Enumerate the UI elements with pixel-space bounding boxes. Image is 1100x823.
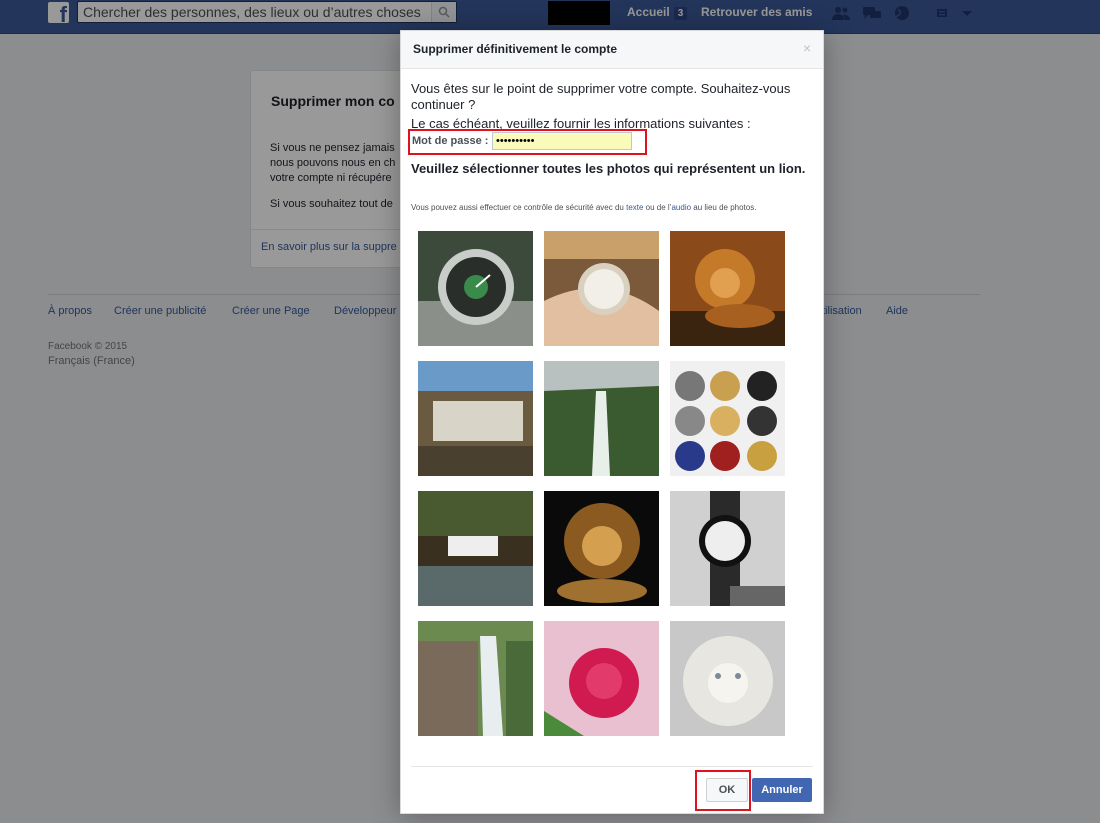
captcha-text-link[interactable]: texte	[626, 203, 643, 212]
close-icon[interactable]: ×	[803, 40, 811, 56]
captcha-photo-waterfall[interactable]	[544, 361, 659, 476]
captcha-photo-waterfall[interactable]	[418, 491, 533, 606]
captcha-note-suffix: au lieu de photos.	[691, 203, 757, 212]
captcha-photo-watch-on-wrist[interactable]	[544, 231, 659, 346]
dialog-footer-divider	[411, 766, 813, 767]
captcha-audio-link[interactable]: audio	[671, 203, 691, 212]
captcha-photo-watches-collage[interactable]	[670, 361, 785, 476]
captcha-photo-lion[interactable]	[670, 231, 785, 346]
captcha-photo-watch[interactable]	[418, 231, 533, 346]
captcha-note: Vous pouvez aussi effectuer ce contrôle …	[411, 203, 756, 212]
dialog-intro: Vous êtes sur le point de supprimer votr…	[411, 81, 791, 112]
captcha-note-prefix: Vous pouvez aussi effectuer ce contrôle …	[411, 203, 627, 212]
password-highlight-box	[408, 129, 647, 155]
captcha-photo-waterfall[interactable]	[418, 621, 533, 736]
captcha-question: Veuillez sélectionner toutes les photos …	[411, 161, 806, 176]
cancel-button[interactable]: Annuler	[752, 778, 812, 802]
captcha-photo-watch[interactable]	[670, 491, 785, 606]
captcha-photo-white-lion[interactable]	[670, 621, 785, 736]
captcha-photo-lion[interactable]	[544, 491, 659, 606]
delete-account-dialog: Supprimer définitivement le compte × Vou…	[400, 30, 824, 814]
captcha-photo-waterfall[interactable]	[418, 361, 533, 476]
captcha-note-middle: ou de l’	[643, 203, 672, 212]
dialog-header: Supprimer définitivement le compte ×	[401, 31, 823, 69]
dialog-title: Supprimer définitivement le compte	[413, 42, 618, 56]
ok-highlight-box	[695, 770, 751, 811]
captcha-photo-rose[interactable]	[544, 621, 659, 736]
